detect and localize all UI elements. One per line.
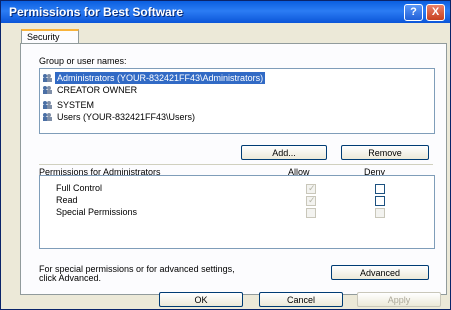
divider [39, 164, 433, 165]
list-item-label: Users (YOUR-832421FF43\Users) [57, 112, 196, 122]
check-icon: ✓ [308, 183, 316, 193]
apply-button[interactable]: Apply [357, 292, 441, 307]
check-icon: ✓ [308, 195, 316, 205]
user-group-icon [43, 86, 52, 94]
group-names-label: Group or user names: [39, 56, 127, 66]
user-group-icon [43, 113, 52, 121]
group-user-listbox[interactable]: Administrators (YOUR-832421FF43\Administ… [39, 68, 435, 134]
remove-button[interactable]: Remove [341, 145, 429, 160]
permission-name: Read [56, 195, 78, 205]
close-button[interactable]: X [426, 4, 445, 21]
allow-checkbox-read: ✓ [306, 195, 316, 206]
advanced-note-line2: click Advanced. [39, 273, 102, 283]
advanced-button[interactable]: Advanced [331, 265, 429, 280]
permissions-dialog: Permissions for Best Software ? X Securi… [0, 0, 451, 310]
title-bar[interactable]: Permissions for Best Software ? X [1, 1, 450, 23]
list-item-label: Administrators (YOUR-832421FF43\Administ… [55, 72, 266, 84]
user-group-icon [43, 101, 52, 109]
tab-security[interactable]: Security [21, 29, 79, 43]
ok-button[interactable]: OK [159, 292, 243, 307]
allow-checkbox-special [306, 208, 316, 218]
help-button[interactable]: ? [404, 4, 423, 21]
allow-checkbox-full-control: ✓ [306, 183, 316, 194]
permission-name: Full Control [56, 183, 103, 193]
deny-checkbox-read[interactable] [375, 196, 385, 206]
user-group-icon [43, 74, 52, 82]
permission-name: Special Permissions [56, 207, 138, 217]
cancel-button[interactable]: Cancel [259, 292, 343, 307]
list-item-label: CREATOR OWNER [57, 85, 138, 95]
deny-checkbox-special [375, 208, 385, 218]
deny-checkbox-full-control[interactable] [375, 184, 385, 194]
add-button[interactable]: Add... [241, 145, 327, 160]
list-item-label: SYSTEM [57, 100, 95, 110]
window-title: Permissions for Best Software [9, 5, 184, 19]
